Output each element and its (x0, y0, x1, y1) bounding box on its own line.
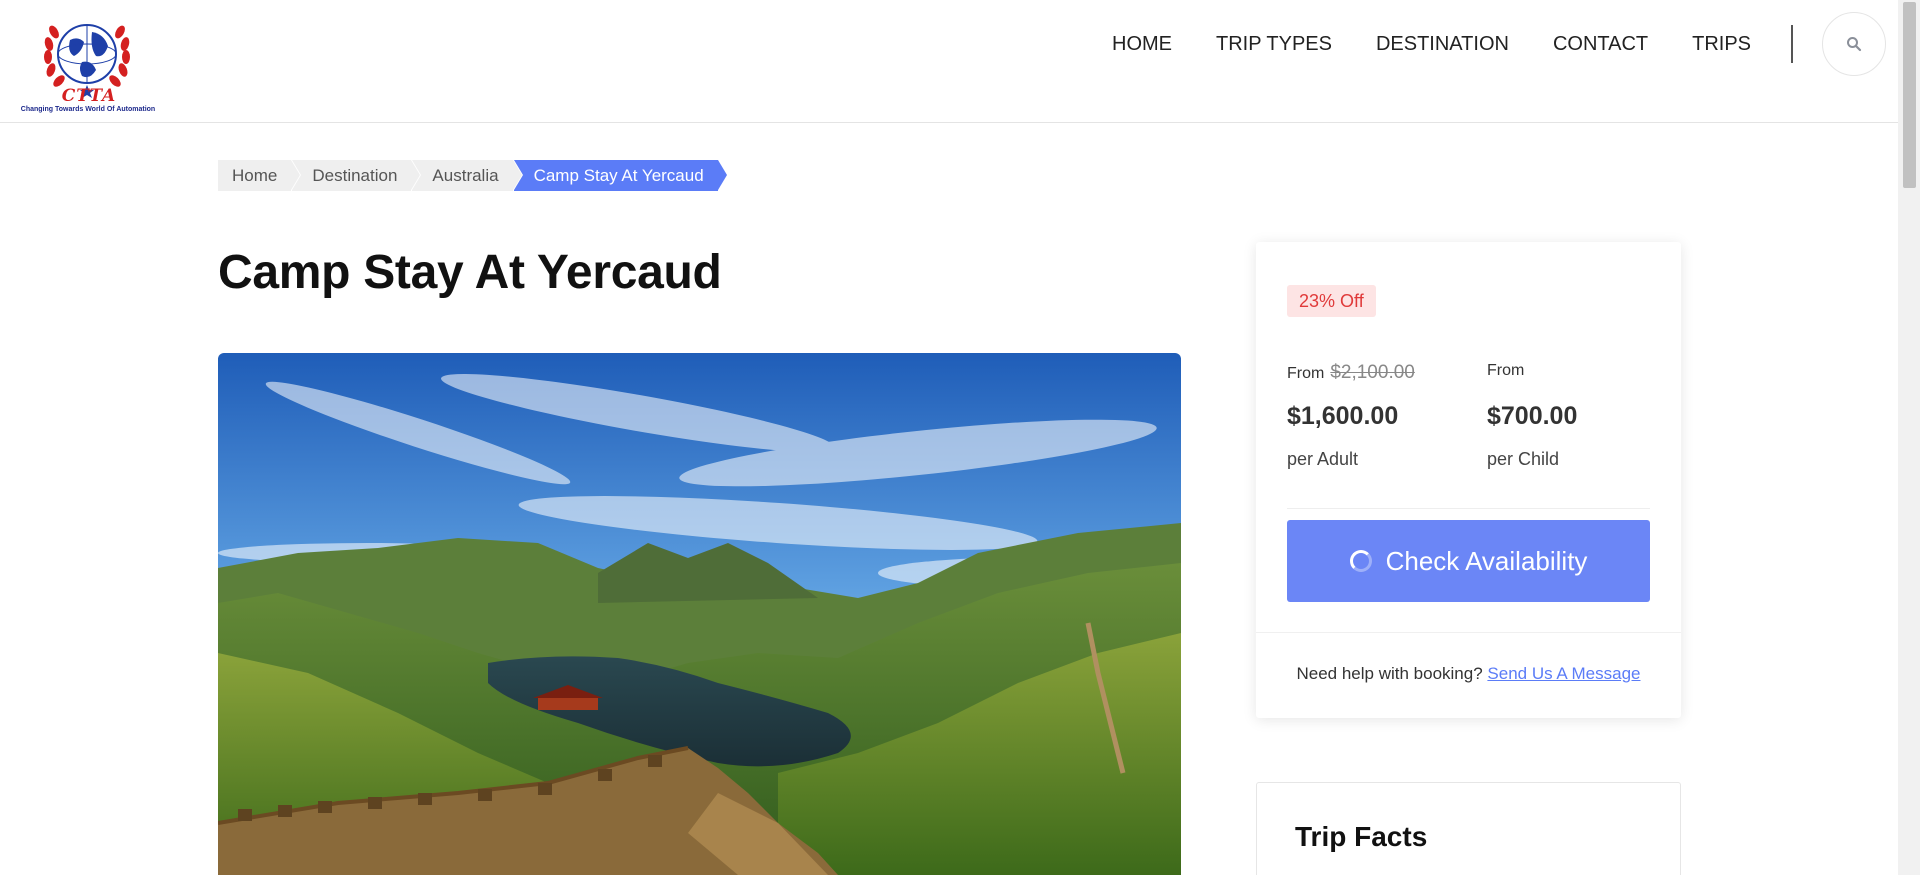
trip-hero-image (218, 353, 1181, 875)
nav-item-home[interactable]: HOME (1112, 32, 1172, 56)
breadcrumb-australia[interactable]: Australia (412, 160, 523, 191)
help-text: Need help with booking? (1296, 664, 1483, 683)
booking-help: Need help with booking? Send Us A Messag… (1256, 664, 1681, 684)
breadcrumb: Home Destination Australia Camp Stay At … (218, 160, 728, 191)
page-title: Camp Stay At Yercaud (218, 246, 722, 299)
nav-item-trips[interactable]: TRIPS (1692, 32, 1751, 56)
search-button[interactable] (1822, 12, 1886, 76)
card-divider (1287, 508, 1650, 509)
adult-price-unit: per Adult (1287, 449, 1359, 469)
card-footer-divider (1256, 632, 1681, 633)
trip-facts-title: Trip Facts (1295, 821, 1428, 852)
page-scrollbar[interactable] (1898, 0, 1920, 875)
nav-item-trip-types[interactable]: TRIP TYPES (1216, 32, 1332, 56)
send-message-link[interactable]: Send Us A Message (1487, 664, 1640, 683)
loading-spinner-icon (1349, 550, 1372, 572)
nav-item-destination[interactable]: DESTINATION (1376, 32, 1509, 56)
trip-facts-panel: Trip Facts (1256, 782, 1681, 875)
main-nav: HOME TRIP TYPES DESTINATION CONTACT TRIP… (1112, 32, 1795, 56)
check-availability-button[interactable]: Check Availability (1287, 520, 1650, 602)
breadcrumb-destination[interactable]: Destination (292, 160, 422, 191)
booking-card: 23% Off From $2,100.00 $1,600.00 per Adul… (1256, 242, 1681, 718)
adult-price-value: $1,600.00 (1287, 402, 1399, 430)
site-header: CTTA Changing Towards World Of Automatio… (0, 0, 1898, 123)
child-from-label: From (1487, 362, 1525, 379)
search-icon (1847, 37, 1862, 52)
check-availability-label: Check Availability (1385, 545, 1588, 576)
discount-badge: 23% Off (1287, 285, 1376, 317)
scrollbar-thumb[interactable] (1903, 2, 1916, 188)
logo-name: CTTA (61, 86, 117, 106)
breadcrumb-current: Camp Stay At Yercaud (513, 160, 728, 191)
child-price-value: $700.00 (1487, 402, 1578, 430)
nav-item-contact[interactable]: CONTACT (1553, 32, 1648, 56)
child-price: From $700.00 per Child (1487, 362, 1577, 469)
adult-old-price: $2,100.00 (1330, 362, 1415, 383)
logo-tagline: Changing Towards World Of Automation (20, 106, 156, 113)
breadcrumb-home[interactable]: Home (218, 160, 302, 191)
nav-divider (1791, 25, 1793, 63)
adult-price: From $2,100.00 $1,600.00 per Adult (1287, 362, 1415, 469)
child-price-unit: per Child (1487, 449, 1560, 469)
adult-from-label: From (1287, 365, 1325, 382)
